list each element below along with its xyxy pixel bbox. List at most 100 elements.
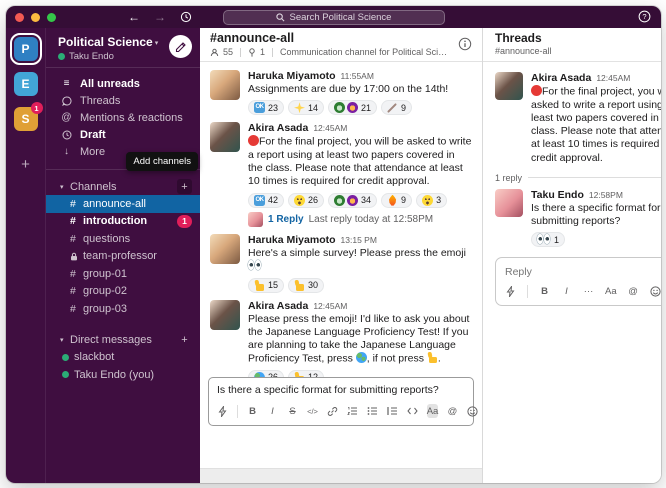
sidebar-channel-introduction[interactable]: # introduction 1 bbox=[46, 213, 200, 231]
channel-title[interactable]: #announce-all bbox=[210, 31, 472, 45]
sidebar-dm-slackbot[interactable]: slackbot bbox=[46, 349, 200, 367]
reaction-sparkles[interactable]: 14 bbox=[288, 100, 324, 115]
channels-section-header[interactable]: ▾ Channels + bbox=[46, 178, 200, 195]
message-author[interactable]: Taku Endo bbox=[531, 189, 584, 201]
thread-summary[interactable]: 1 Reply Last reply today at 12:58PM bbox=[248, 212, 472, 227]
sidebar-item-threads[interactable]: Threads bbox=[46, 92, 200, 109]
zoom-window-button[interactable] bbox=[47, 13, 56, 22]
view-thread-link[interactable]: 1 Reply bbox=[268, 214, 304, 225]
reaction-thumbsup[interactable]: 12 bbox=[288, 370, 324, 377]
pinned-count[interactable]: 1 bbox=[260, 47, 265, 57]
reaction-custom-pair[interactable]: 21 bbox=[328, 100, 377, 115]
more-formatting-button[interactable]: ··· bbox=[583, 284, 594, 298]
reaction-globe[interactable]: 26 bbox=[248, 370, 284, 377]
message-time[interactable]: 12:45AM bbox=[313, 301, 347, 311]
help-icon[interactable]: ? bbox=[638, 10, 651, 23]
ordered-list-icon[interactable] bbox=[347, 404, 358, 418]
members-count[interactable]: 55 bbox=[223, 47, 233, 57]
dm-section-header[interactable]: ▾ Direct messages + bbox=[46, 332, 200, 349]
collapse-chevron-icon[interactable]: ▾ bbox=[60, 183, 70, 191]
sidebar-item-mentions[interactable]: @ Mentions & reactions bbox=[46, 109, 200, 126]
close-window-button[interactable] bbox=[15, 13, 24, 22]
message-time[interactable]: 11:55AM bbox=[341, 71, 374, 81]
message-list[interactable]: Haruka Miyamoto 11:55AM Assignments are … bbox=[200, 62, 482, 377]
shortcuts-lightning-icon[interactable] bbox=[505, 284, 516, 298]
reaction-custom-pair[interactable]: 34 bbox=[328, 193, 377, 208]
reaction-fire[interactable]: 9 bbox=[381, 193, 412, 208]
avatar[interactable] bbox=[210, 122, 240, 152]
channel-info-icon[interactable] bbox=[458, 37, 472, 51]
sidebar-channel-team-professor[interactable]: team-professor bbox=[46, 248, 200, 266]
format-toggle-button[interactable]: Aa bbox=[427, 404, 438, 418]
italic-button[interactable]: I bbox=[561, 284, 572, 298]
workspace-political-science[interactable]: P bbox=[14, 37, 38, 61]
message-time[interactable]: 13:15 PM bbox=[341, 235, 377, 245]
message-time[interactable]: 12:58PM bbox=[589, 190, 623, 200]
mention-button[interactable]: @ bbox=[447, 404, 458, 418]
format-toggle-button[interactable]: Aa bbox=[605, 284, 617, 298]
avatar[interactable] bbox=[495, 189, 523, 217]
avatar[interactable] bbox=[210, 300, 240, 330]
reaction-pencil[interactable]: 9 bbox=[381, 100, 412, 115]
italic-button[interactable]: I bbox=[267, 404, 278, 418]
sidebar-channel-group-02[interactable]: # group-02 bbox=[46, 283, 200, 301]
reaction-ok[interactable]: 23 bbox=[248, 100, 284, 115]
sidebar-channel-questions[interactable]: # questions bbox=[46, 230, 200, 248]
message-author[interactable]: Haruka Miyamoto bbox=[248, 70, 336, 82]
avatar[interactable] bbox=[495, 72, 523, 100]
sidebar-item-draft[interactable]: Draft bbox=[46, 126, 200, 143]
mention-button[interactable]: @ bbox=[628, 284, 639, 298]
emoji-picker-icon[interactable] bbox=[650, 284, 661, 298]
sidebar-channel-group-01[interactable]: # group-01 bbox=[46, 265, 200, 283]
add-workspace-button[interactable]: + bbox=[21, 156, 30, 173]
workspace-e[interactable]: E bbox=[14, 72, 38, 96]
message-time[interactable]: 12:45AM bbox=[313, 123, 347, 133]
link-icon[interactable] bbox=[327, 404, 338, 418]
strikethrough-button[interactable]: S bbox=[287, 404, 298, 418]
reaction-wink[interactable]: 3 bbox=[416, 193, 447, 208]
sidebar[interactable]: Political Science▾ Taku Endo ≡ All unrea… bbox=[46, 28, 200, 483]
message: Haruka Miyamoto 13:15 PM Here's a simple… bbox=[210, 234, 472, 293]
shortcuts-lightning-icon[interactable] bbox=[217, 404, 228, 418]
message-author[interactable]: Akira Asada bbox=[248, 122, 308, 134]
message-author[interactable]: Haruka Miyamoto bbox=[248, 234, 336, 246]
forward-arrow-icon[interactable]: → bbox=[154, 11, 166, 23]
minimize-window-button[interactable] bbox=[31, 13, 40, 22]
bold-button[interactable]: B bbox=[247, 404, 258, 418]
reaction-ok[interactable]: 42 bbox=[248, 193, 284, 208]
thread-body[interactable]: Akira Asada 12:45AM For the final projec… bbox=[483, 62, 661, 306]
nav-label: Draft bbox=[80, 129, 106, 141]
message-author[interactable]: Akira Asada bbox=[531, 72, 591, 84]
reply-input[interactable] bbox=[496, 260, 661, 282]
message-author[interactable]: Akira Asada bbox=[248, 300, 308, 312]
collapse-chevron-icon[interactable]: ▾ bbox=[60, 336, 70, 344]
thread-channel[interactable]: #announce-all bbox=[495, 46, 661, 56]
message-time[interactable]: 12:45AM bbox=[596, 73, 630, 83]
reaction-eyes[interactable]: 1 bbox=[531, 232, 565, 247]
avatar[interactable] bbox=[210, 234, 240, 264]
sidebar-dm-taku-endo[interactable]: Taku Endo (you) bbox=[46, 366, 200, 384]
bold-button[interactable]: B bbox=[539, 284, 550, 298]
emoji-picker-icon[interactable] bbox=[467, 404, 478, 418]
avatar[interactable] bbox=[210, 70, 240, 100]
bulleted-list-icon[interactable] bbox=[367, 404, 378, 418]
reaction-thumbsup[interactable]: 15 bbox=[248, 278, 284, 293]
sidebar-item-all-unreads[interactable]: ≡ All unreads bbox=[46, 75, 200, 92]
channel-topic[interactable]: Communication channel for Political Scie… bbox=[280, 47, 450, 57]
code-button[interactable]: </> bbox=[307, 404, 318, 418]
reaction-thumbsup[interactable]: 30 bbox=[288, 278, 324, 293]
search-input[interactable]: Search Political Science bbox=[223, 10, 445, 25]
back-arrow-icon[interactable]: ← bbox=[128, 11, 140, 23]
add-channel-button[interactable]: + bbox=[177, 179, 192, 194]
add-dm-button[interactable]: + bbox=[177, 333, 192, 348]
reaction-smile[interactable]: 26 bbox=[288, 193, 324, 208]
blockquote-icon[interactable] bbox=[387, 404, 398, 418]
new-message-button[interactable] bbox=[169, 35, 192, 58]
history-clock-icon[interactable] bbox=[180, 11, 192, 23]
workspace-menu[interactable]: Political Science▾ bbox=[58, 35, 158, 49]
code-block-icon[interactable] bbox=[407, 404, 418, 418]
message-input[interactable] bbox=[209, 378, 473, 399]
sidebar-channel-group-03[interactable]: # group-03 bbox=[46, 300, 200, 318]
workspace-s[interactable]: S 1 bbox=[14, 107, 38, 131]
sidebar-channel-announce-all[interactable]: # announce-all bbox=[46, 195, 200, 213]
